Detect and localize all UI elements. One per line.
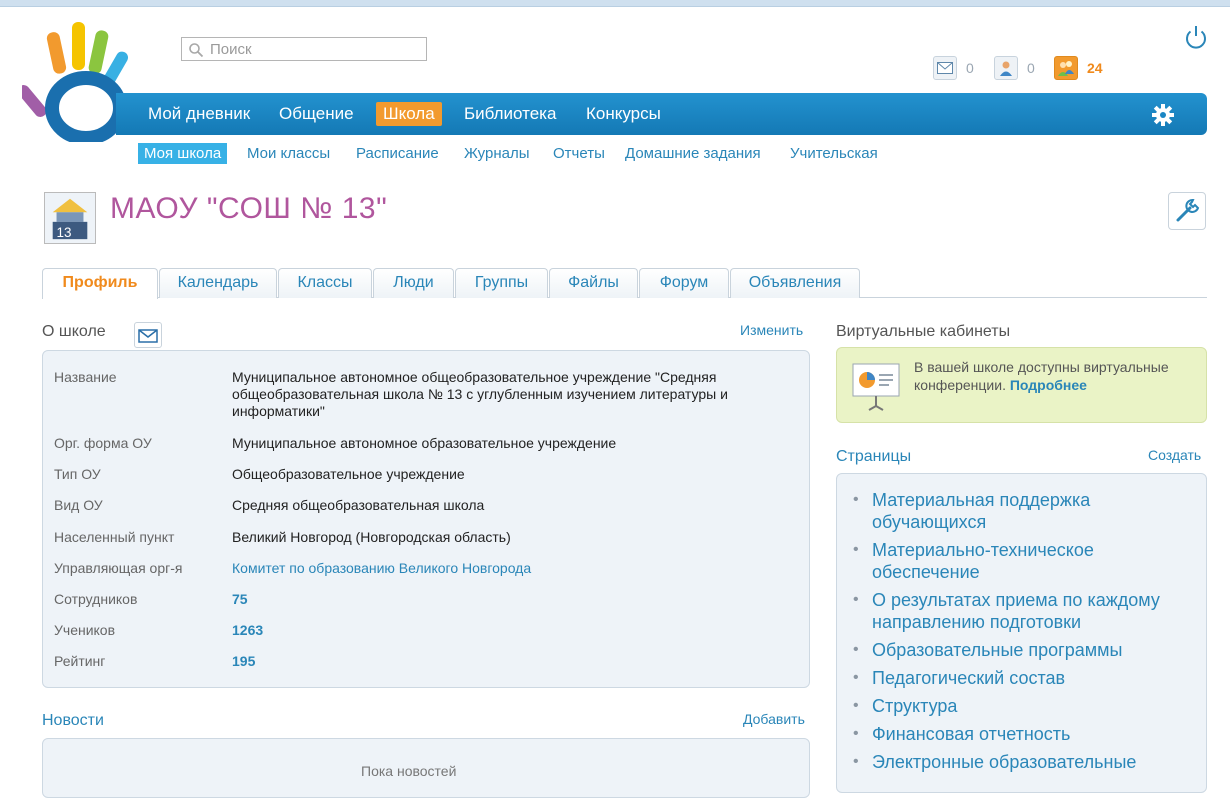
info-label: Учеников xyxy=(54,622,116,638)
settings-button[interactable] xyxy=(1168,192,1206,230)
svg-text:13: 13 xyxy=(57,225,72,240)
subnav-teachers-room[interactable]: Учительская xyxy=(790,145,878,162)
info-label: Рейтинг xyxy=(54,653,106,669)
page-link[interactable]: Педагогический состав xyxy=(853,667,1203,689)
pages-title: Страницы xyxy=(836,448,912,465)
nav-library[interactable]: Библиотека xyxy=(464,104,556,124)
page-link[interactable]: Структура xyxy=(853,695,1203,717)
subnav-schedule[interactable]: Расписание xyxy=(356,145,439,162)
envelope-icon xyxy=(937,62,953,74)
info-label: Сотрудников xyxy=(54,591,138,607)
contact-button[interactable] xyxy=(134,322,162,348)
pages-list: Материальная поддержка обучающихся Матер… xyxy=(853,489,1203,779)
tab-profile[interactable]: Профиль xyxy=(42,268,158,299)
subnav-homework[interactable]: Домашние задания xyxy=(625,145,761,162)
events-counter[interactable]: 24 xyxy=(1054,56,1103,80)
page-link[interactable]: Образовательные программы xyxy=(853,639,1203,661)
tab-files[interactable]: Файлы xyxy=(549,268,638,298)
info-value: Общеобразовательное учреждение xyxy=(232,466,465,482)
subnav-reports[interactable]: Отчеты xyxy=(553,145,605,162)
friends-counter[interactable]: 0 xyxy=(994,56,1035,80)
school-emblem-icon: 13 xyxy=(44,192,96,244)
news-empty-text: Пока новостей xyxy=(361,763,457,779)
nav-my-diary[interactable]: Мой дневник xyxy=(148,104,250,124)
virtual-cabinets-title: Виртуальные кабинеты xyxy=(836,323,1011,340)
presentation-icon xyxy=(852,363,900,411)
more-link[interactable]: Подробнее xyxy=(1010,377,1087,393)
tab-classes[interactable]: Классы xyxy=(278,268,372,298)
person-icon xyxy=(1000,61,1012,76)
page-title: МАОУ "СОШ № 13" xyxy=(110,192,388,225)
pages-card: Материальная поддержка обучающихся Матер… xyxy=(836,473,1207,793)
subnav-my-school[interactable]: Моя школа xyxy=(138,143,228,164)
school-info-card: Название Муниципальное автономное общеоб… xyxy=(42,350,810,688)
news-card: Пока новостей xyxy=(42,738,810,798)
nav-school[interactable]: Школа xyxy=(376,102,442,126)
gear-icon[interactable] xyxy=(1150,102,1176,128)
messages-count: 0 xyxy=(966,60,974,76)
nav-contests[interactable]: Конкурсы xyxy=(586,104,661,124)
wrench-icon xyxy=(1176,198,1200,222)
virtual-cabinets-text: В вашей школе доступны виртуальные конфе… xyxy=(914,358,1199,394)
info-label: Вид ОУ xyxy=(54,497,103,513)
students-count-link[interactable]: 1263 xyxy=(232,622,792,639)
info-label: Тип ОУ xyxy=(54,466,101,482)
edit-link[interactable]: Изменить xyxy=(740,322,803,338)
top-border xyxy=(0,0,1230,7)
events-count: 24 xyxy=(1087,60,1103,76)
search-box[interactable] xyxy=(181,37,427,61)
page-link[interactable]: Материально-техническое обеспечение xyxy=(853,539,1203,583)
subnav-my-classes[interactable]: Мои классы xyxy=(247,145,330,162)
info-label: Управляющая орг-я xyxy=(54,560,183,576)
staff-count-link[interactable]: 75 xyxy=(232,591,792,608)
search-icon xyxy=(189,43,204,58)
news-title: Новости xyxy=(42,712,104,729)
rating-link[interactable]: 195 xyxy=(232,653,792,670)
tab-calendar[interactable]: Календарь xyxy=(159,268,277,298)
info-value: Муниципальное автономное образовательное… xyxy=(232,435,617,451)
info-label: Орг. форма ОУ xyxy=(54,435,152,451)
page-link[interactable]: Финансовая отчетность xyxy=(853,723,1203,745)
tab-forum[interactable]: Форум xyxy=(639,268,729,298)
messages-counter[interactable]: 0 xyxy=(933,56,974,80)
envelope-icon xyxy=(138,329,158,343)
tab-people[interactable]: Люди xyxy=(373,268,454,298)
about-title: О школе xyxy=(42,323,106,340)
info-value: Средняя общеобразовательная школа xyxy=(232,497,485,513)
friends-count: 0 xyxy=(1027,60,1035,76)
nav-communication[interactable]: Общение xyxy=(279,104,354,124)
add-news-link[interactable]: Добавить xyxy=(743,711,805,727)
page-link[interactable]: Материальная поддержка обучающихся xyxy=(853,489,1203,533)
virtual-cabinets-card: В вашей школе доступны виртуальные конфе… xyxy=(836,347,1207,423)
info-value: Муниципальное автономное общеобразовател… xyxy=(232,369,728,419)
page-link[interactable]: О результатах приема по каждому направле… xyxy=(853,589,1203,633)
tab-groups[interactable]: Группы xyxy=(455,268,548,298)
main-nav: Мой дневник Общение Школа Библиотека Кон… xyxy=(116,93,1207,135)
people-icon xyxy=(1058,61,1074,76)
managing-org-link[interactable]: Комитет по образованию Великого Новгород… xyxy=(232,560,792,577)
info-value: Великий Новгород (Новгородская область) xyxy=(232,529,511,545)
create-page-link[interactable]: Создать xyxy=(1148,447,1201,463)
search-input[interactable] xyxy=(210,40,420,58)
info-label: Населенный пункт xyxy=(54,529,175,545)
tab-announcements[interactable]: Объявления xyxy=(730,268,860,298)
info-label: Название xyxy=(54,369,117,385)
power-icon[interactable] xyxy=(1183,24,1209,50)
subnav-journals[interactable]: Журналы xyxy=(464,145,530,162)
